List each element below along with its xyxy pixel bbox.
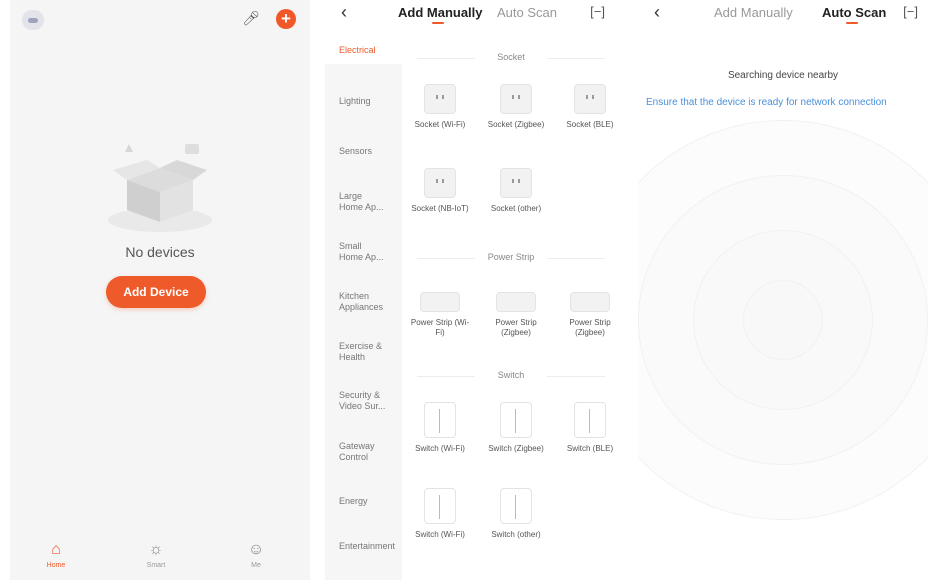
home-screen: 🎤︎ + No devices Add Device ⌂ Home ☼ Smar… [10,0,310,580]
socket-icon [574,84,606,114]
add-plus-button[interactable]: + [276,9,296,29]
category-item[interactable]: Electrical [325,36,402,64]
app-screens: 🎤︎ + No devices Add Device ⌂ Home ☼ Smar… [0,0,928,580]
tab-smart[interactable]: ☼ Smart [126,540,186,569]
switch-icon [574,402,606,438]
device-name: Socket (Zigbee) [487,120,545,129]
device-tile[interactable]: Power Strip (Wi-Fi) [409,292,471,338]
back-icon[interactable]: ‹ [654,2,660,23]
category-item[interactable]: Small Home Ap... [325,241,385,263]
user-icon: ☺ [247,541,265,558]
device-tile[interactable]: Switch (other) [485,488,547,540]
socket-icon [500,84,532,114]
auto-scan-screen: ‹ Add Manually Auto Scan [−] Searching d… [638,0,928,580]
home-icon: ⌂ [51,541,61,558]
category-item[interactable]: Large Home Ap... [325,191,385,213]
device-name: Power Strip (Wi-Fi) [410,318,470,337]
category-item[interactable]: Exercise & Health [325,341,387,363]
auto-scan-header: ‹ Add Manually Auto Scan [−] [638,0,928,30]
empty-box-illustration [108,144,212,232]
section-title-socket: Socket [417,52,605,64]
avatar-icon [28,17,38,23]
device-name: Switch (other) [491,530,541,539]
device-tile[interactable]: Socket (NB-IoT) [409,168,471,214]
device-name: Switch (Zigbee) [488,444,544,453]
scan-qr-icon[interactable]: [−] [590,4,605,19]
device-name: Power Strip (Zigbee) [495,318,537,337]
power-strip-icon [420,292,460,312]
active-tab-indicator [846,22,858,24]
radar-ring [743,280,823,360]
family-avatar[interactable] [22,10,44,30]
searching-status-text: Searching device nearby [727,70,839,81]
category-sidebar: Electrical Lighting Sensors Large Home A… [325,36,402,580]
device-name: Socket (Wi-Fi) [414,120,466,129]
section-title-power-strip: Power Strip [417,252,605,264]
add-manually-header: ‹ Add Manually Auto Scan [−] [325,0,615,30]
tab-me-label: Me [251,562,261,569]
tab-auto-scan[interactable]: Auto Scan [822,5,886,20]
device-tile[interactable]: Socket (Zigbee) [485,84,547,130]
device-name: Power Strip (Zigbee) [569,318,611,337]
device-name: Switch (Wi-Fi) [415,444,465,453]
category-item[interactable]: Security & Video Sur... [325,390,387,412]
add-device-button[interactable]: Add Device [106,276,206,308]
category-item[interactable]: Energy [325,496,402,507]
switch-icon [424,488,456,524]
section-title-switch: Switch [417,370,605,382]
category-item[interactable]: Entertainment [325,541,395,552]
tab-add-manually[interactable]: Add Manually [398,5,483,20]
switch-icon [500,488,532,524]
empty-state-text: No devices [125,244,195,260]
power-strip-icon [496,292,536,312]
socket-icon [424,84,456,114]
device-name: Switch (Wi-Fi) [415,530,465,539]
bottom-tab-bar: ⌂ Home ☼ Smart ☺ Me [10,536,310,580]
category-item[interactable]: Gateway Control [325,441,385,463]
device-tile[interactable]: Switch (Wi-Fi) [409,402,471,454]
device-grid: Socket Socket (Wi-Fi) Socket (Zigbee) So… [409,36,615,580]
category-item[interactable]: Kitchen Appliances [325,291,387,313]
tab-smart-label: Smart [146,562,166,569]
sun-icon: ☼ [148,541,164,558]
device-tile[interactable]: Power Strip (Zigbee) [559,292,615,338]
scan-qr-icon[interactable]: [−] [903,4,918,19]
device-tile[interactable]: Switch (BLE) [559,402,615,454]
device-name: Socket (BLE) [566,120,614,129]
device-tile[interactable]: Socket (Wi-Fi) [409,84,471,130]
category-item[interactable]: Sensors [325,146,402,157]
device-name: Socket (other) [490,204,542,213]
device-name: Socket (NB-IoT) [411,204,469,213]
switch-icon [500,402,532,438]
switch-icon [424,402,456,438]
add-manually-screen: ‹ Add Manually Auto Scan [−] Electrical … [325,0,615,580]
socket-icon [424,168,456,198]
home-top-bar: 🎤︎ + [10,8,310,32]
mic-icon[interactable]: 🎤︎ [242,10,260,27]
ensure-ready-hint: Ensure that the device is ready for netw… [646,97,887,108]
device-tile[interactable]: Switch (Wi-Fi) [409,488,471,540]
device-name: Switch (BLE) [566,444,614,453]
tab-me[interactable]: ☺ Me [226,540,286,569]
active-tab-indicator [432,22,444,24]
device-tile[interactable]: Switch (Zigbee) [485,402,547,454]
device-tile[interactable]: Power Strip (Zigbee) [485,292,547,338]
category-item[interactable]: Lighting [325,96,402,107]
tab-add-manually[interactable]: Add Manually [714,5,793,20]
socket-icon [500,168,532,198]
tab-home-label: Home [46,562,66,569]
back-icon[interactable]: ‹ [341,2,347,23]
device-tile[interactable]: Socket (BLE) [559,84,615,130]
device-tile[interactable]: Socket (other) [485,168,547,214]
tab-auto-scan[interactable]: Auto Scan [497,5,557,20]
tab-home[interactable]: ⌂ Home [26,540,86,569]
power-strip-icon [570,292,610,312]
